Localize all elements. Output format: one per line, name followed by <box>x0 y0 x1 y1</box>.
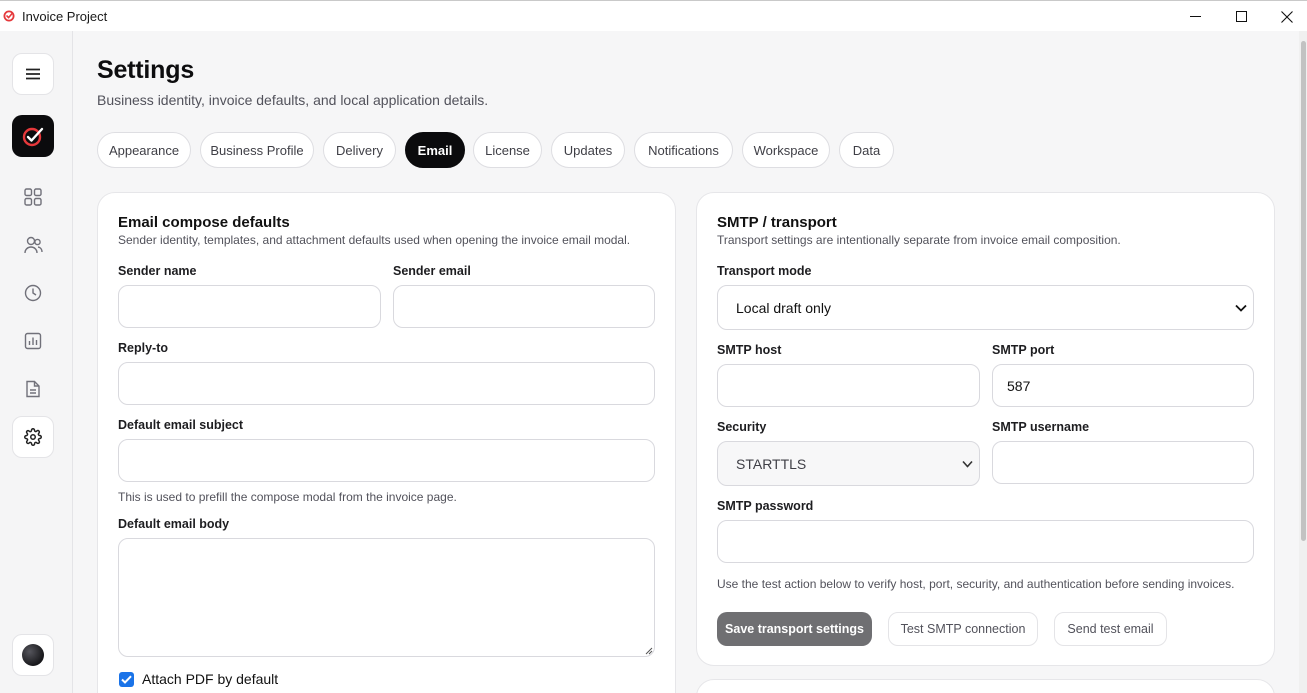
maximize-button[interactable] <box>1218 1 1264 32</box>
test-smtp-button[interactable]: Test SMTP connection <box>888 612 1038 646</box>
tab-delivery[interactable]: Delivery <box>323 132 396 168</box>
sidebar-menu-button[interactable] <box>12 53 54 95</box>
security-select[interactable]: STARTTLS <box>717 441 980 486</box>
grid-icon <box>24 188 42 206</box>
transport-mode-label: Transport mode <box>717 264 812 278</box>
default-subject-input[interactable] <box>118 439 655 482</box>
minimize-icon <box>1189 16 1201 17</box>
sidebar-item-history[interactable] <box>12 272 54 314</box>
user-avatar-button[interactable] <box>12 634 54 676</box>
hamburger-icon <box>26 68 40 80</box>
tab-notifications[interactable]: Notifications <box>634 132 733 168</box>
security-label: Security <box>717 420 767 434</box>
sender-email-input[interactable] <box>393 285 655 328</box>
clock-icon <box>24 284 42 302</box>
resize-grip-icon[interactable] <box>645 647 653 655</box>
avatar <box>22 644 44 666</box>
tab-data[interactable]: Data <box>839 132 894 168</box>
default-subject-hint: This is used to prefill the compose moda… <box>118 490 457 504</box>
tab-workspace[interactable]: Workspace <box>742 132 830 168</box>
smtp-port-label: SMTP port <box>992 343 1055 357</box>
smtp-hint: Use the test action below to verify host… <box>717 577 1235 591</box>
sender-email-label: Sender email <box>393 264 471 278</box>
reply-to-label: Reply-to <box>118 341 168 355</box>
scrollbar-thumb[interactable] <box>1301 41 1306 541</box>
sender-name-input[interactable] <box>118 285 381 328</box>
security-value: STARTTLS <box>736 455 807 472</box>
sidebar-item-invoices[interactable] <box>12 368 54 410</box>
smtp-username-label: SMTP username <box>992 420 1090 434</box>
default-subject-label: Default email subject <box>118 418 244 432</box>
smtp-password-input[interactable] <box>717 520 1254 563</box>
tab-updates[interactable]: Updates <box>551 132 625 168</box>
sidebar-item-dashboard[interactable] <box>12 176 54 218</box>
default-body-label: Default email body <box>118 517 230 531</box>
maximize-icon <box>1235 11 1247 22</box>
smtp-port-input[interactable]: 587 <box>992 364 1254 407</box>
tab-license[interactable]: License <box>473 132 542 168</box>
smtp-username-input[interactable] <box>992 441 1254 484</box>
tab-appearance[interactable]: Appearance <box>97 132 191 168</box>
main-scrollbar[interactable] <box>1299 31 1307 693</box>
default-body-textarea[interactable] <box>118 538 655 657</box>
smtp-host-label: SMTP host <box>717 343 782 357</box>
page-subtitle: Business identity, invoice defaults, and… <box>97 92 489 108</box>
smtp-title: SMTP / transport <box>717 214 837 231</box>
users-icon <box>23 236 43 254</box>
check-icon <box>121 675 132 684</box>
email-compose-title: Email compose defaults <box>118 214 290 231</box>
close-button[interactable] <box>1264 1 1307 32</box>
minimize-button[interactable] <box>1172 1 1218 32</box>
tab-email[interactable]: Email <box>405 132 465 168</box>
send-test-email-button[interactable]: Send test email <box>1054 612 1167 646</box>
transport-mode-value: Local draft only <box>736 299 831 316</box>
tab-business-profile[interactable]: Business Profile <box>200 132 314 168</box>
chevron-down-icon <box>1235 304 1247 312</box>
email-compose-card: Email compose defaults Sender identity, … <box>97 192 676 693</box>
main-content: Settings Business identity, invoice defa… <box>73 31 1299 693</box>
sidebar-item-settings[interactable] <box>12 416 54 458</box>
close-icon <box>1281 10 1293 23</box>
brand-logo-icon <box>22 127 44 147</box>
smtp-host-input[interactable] <box>717 364 980 407</box>
attach-pdf-checkbox[interactable] <box>119 672 134 687</box>
next-settings-card <box>696 679 1275 693</box>
save-transport-button[interactable]: Save transport settings <box>717 612 872 646</box>
document-icon <box>26 380 40 398</box>
sidebar-item-reports[interactable] <box>12 320 54 362</box>
page-title: Settings <box>97 56 195 84</box>
email-compose-description: Sender identity, templates, and attachme… <box>118 233 631 247</box>
gear-icon <box>24 428 42 446</box>
reply-to-input[interactable] <box>118 362 655 405</box>
app-logo-icon <box>3 10 15 22</box>
window-title: Invoice Project <box>22 9 108 24</box>
sidebar <box>0 31 73 693</box>
chevron-down-icon <box>962 460 973 467</box>
sidebar-brand-button[interactable] <box>12 115 54 157</box>
sidebar-item-clients[interactable] <box>12 224 54 266</box>
attach-pdf-label: Attach PDF by default <box>142 671 279 687</box>
title-bar: Invoice Project <box>0 0 1307 31</box>
chart-icon <box>24 332 42 350</box>
sender-name-label: Sender name <box>118 264 197 278</box>
transport-mode-select[interactable]: Local draft only <box>717 285 1254 330</box>
smtp-description: Transport settings are intentionally sep… <box>717 233 1121 247</box>
smtp-password-label: SMTP password <box>717 499 814 513</box>
smtp-transport-card: SMTP / transport Transport settings are … <box>696 192 1275 666</box>
